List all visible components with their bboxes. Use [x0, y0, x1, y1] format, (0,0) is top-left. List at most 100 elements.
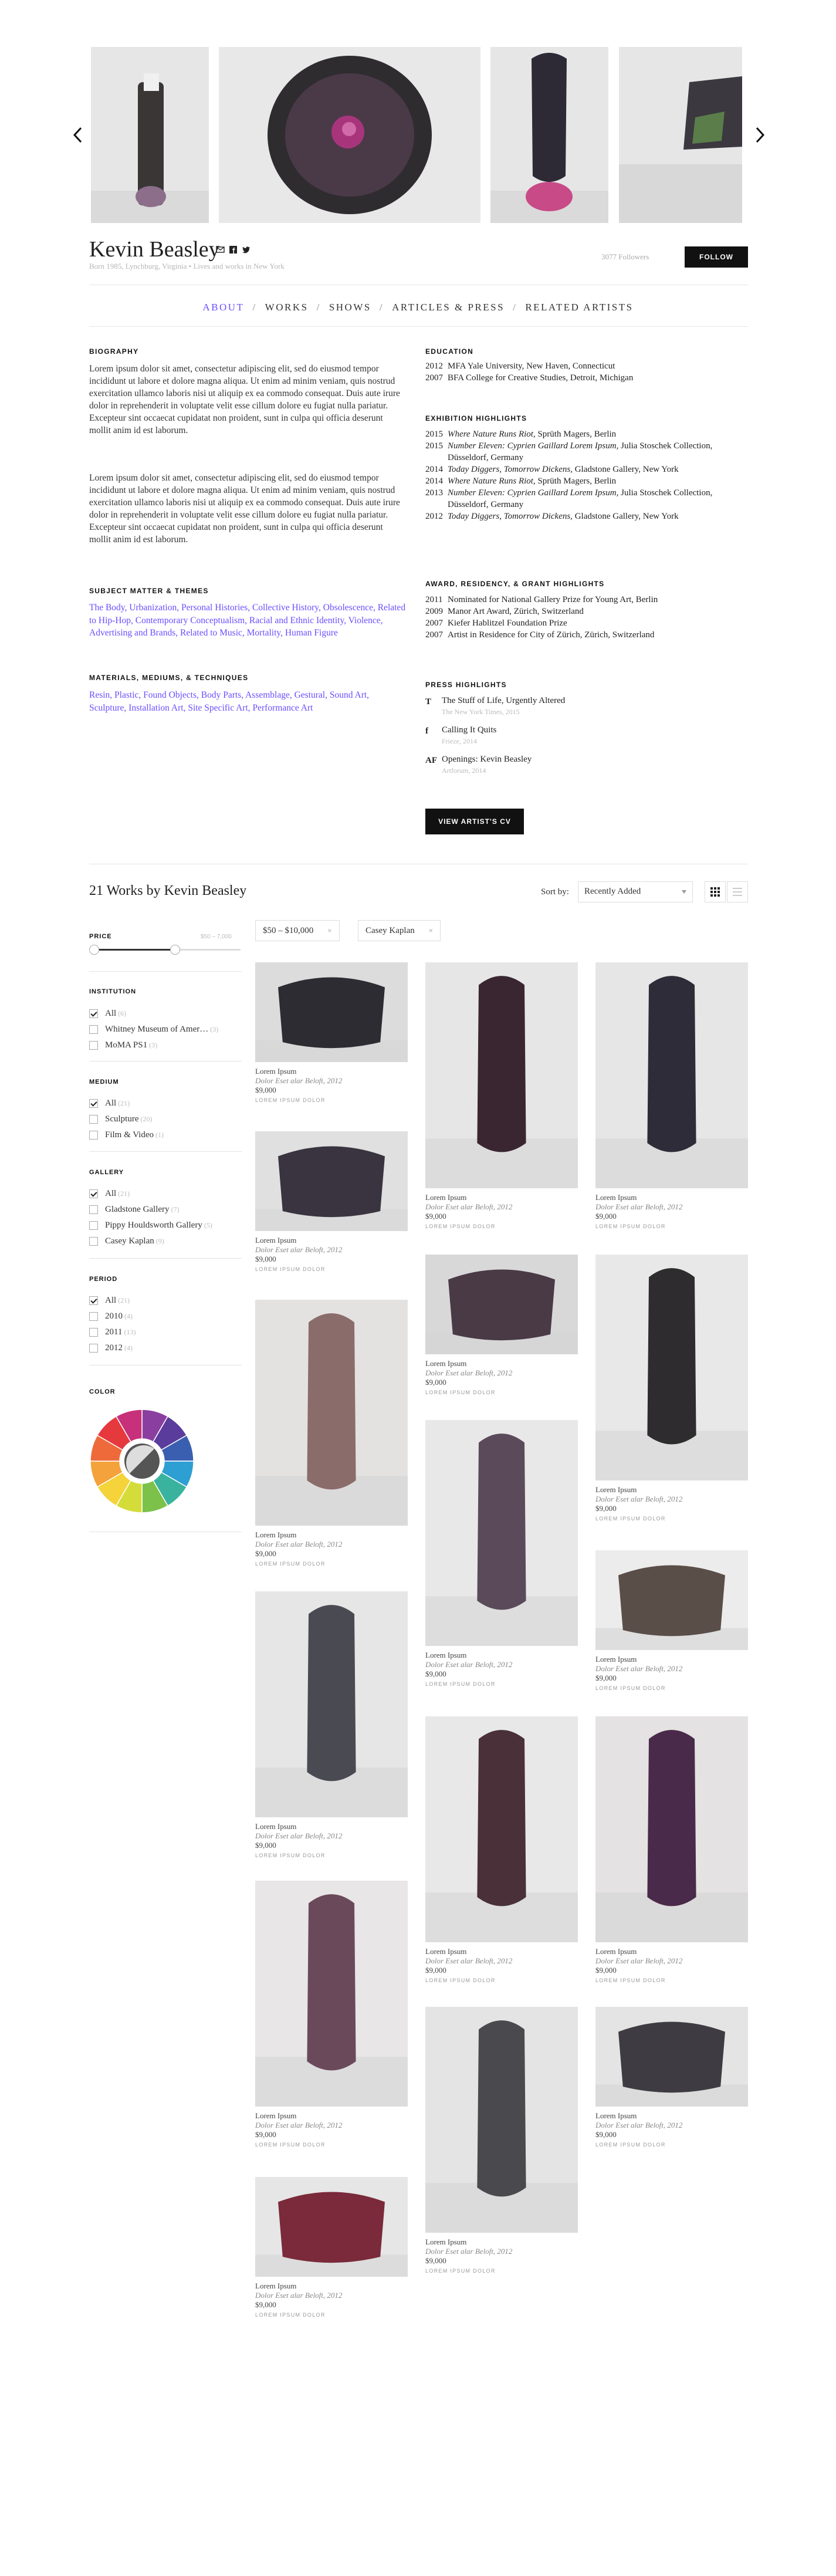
- artwork-card[interactable]: Lorem Ipsum Dolor Eset alar Beloft, 2012 $…: [425, 962, 578, 1232]
- color-wheel[interactable]: [89, 1408, 195, 1514]
- artwork-card[interactable]: Lorem Ipsum Dolor Eset alar Beloft, 2012 $…: [255, 2177, 408, 2320]
- price-slider[interactable]: [94, 949, 241, 951]
- tab-articles-press[interactable]: ARTICLES & PRESS: [392, 302, 505, 313]
- close-icon[interactable]: ×: [327, 926, 331, 935]
- artwork-image[interactable]: [255, 1881, 408, 2107]
- artwork-card[interactable]: Lorem Ipsum Dolor Eset alar Beloft, 2012 $…: [595, 2007, 748, 2150]
- filter-option[interactable]: Pippy Houldsworth Gallery (5): [89, 1219, 212, 1231]
- artwork-title[interactable]: Lorem Ipsum: [595, 1947, 748, 1956]
- artwork-card[interactable]: Lorem Ipsum Dolor Eset alar Beloft, 2012 $…: [595, 1716, 748, 1986]
- artwork-card[interactable]: Lorem Ipsum Dolor Eset alar Beloft, 2012 $…: [255, 1881, 408, 2150]
- subject-tags[interactable]: The Body, Urbanization, Personal Histori…: [89, 601, 406, 640]
- artwork-card[interactable]: Lorem Ipsum Dolor Eset alar Beloft, 2012 $…: [255, 1131, 408, 1275]
- artwork-title[interactable]: Lorem Ipsum: [425, 2237, 578, 2247]
- artwork-title[interactable]: Lorem Ipsum: [425, 1947, 578, 1956]
- artwork-title[interactable]: Lorem Ipsum: [255, 1067, 408, 1076]
- tab-shows[interactable]: SHOWS: [329, 302, 371, 313]
- press-item[interactable]: T The Stuff of Life, Urgently Altered The …: [425, 696, 660, 722]
- artwork-image[interactable]: [425, 962, 578, 1188]
- filter-chip-gallery[interactable]: Casey Kaplan ×: [358, 920, 441, 941]
- artwork-image[interactable]: [425, 2007, 578, 2233]
- list-view-button[interactable]: [727, 881, 748, 902]
- checkbox[interactable]: [89, 1296, 98, 1305]
- artwork-title[interactable]: Lorem Ipsum: [255, 2111, 408, 2121]
- checkbox[interactable]: [89, 1343, 98, 1353]
- artwork-image[interactable]: [595, 1255, 748, 1480]
- artwork-title[interactable]: Lorem Ipsum: [425, 1651, 578, 1660]
- press-item[interactable]: f Calling It Quits Frieze, 2014: [425, 725, 660, 751]
- view-cv-button[interactable]: VIEW ARTIST'S CV: [425, 809, 524, 834]
- artwork-title[interactable]: Lorem Ipsum: [255, 2281, 408, 2291]
- checkbox[interactable]: [89, 1189, 98, 1198]
- carousel-prev-button[interactable]: [69, 123, 87, 147]
- checkbox[interactable]: [89, 1009, 98, 1018]
- filter-option[interactable]: 2010 (4): [89, 1310, 133, 1322]
- artwork-image[interactable]: [425, 1420, 578, 1646]
- grid-view-button[interactable]: [705, 881, 726, 902]
- email-icon[interactable]: [216, 245, 225, 254]
- artwork-image[interactable]: [255, 962, 408, 1062]
- carousel-image[interactable]: [91, 47, 209, 223]
- carousel-image[interactable]: [490, 47, 608, 223]
- filter-option[interactable]: All (21): [89, 1097, 130, 1109]
- artwork-card[interactable]: Lorem Ipsum Dolor Eset alar Beloft, 2012 $…: [255, 962, 408, 1106]
- artwork-title[interactable]: Lorem Ipsum: [425, 1193, 578, 1202]
- checkbox[interactable]: [89, 1025, 98, 1034]
- artwork-card[interactable]: Lorem Ipsum Dolor Eset alar Beloft, 2012 $…: [595, 1550, 748, 1693]
- artwork-card[interactable]: Lorem Ipsum Dolor Eset alar Beloft, 2012 $…: [595, 1255, 748, 1524]
- follow-button[interactable]: FOLLOW: [685, 246, 748, 268]
- filter-option[interactable]: All (21): [89, 1294, 130, 1306]
- carousel-image[interactable]: [219, 47, 480, 223]
- carousel-image[interactable]: [619, 47, 742, 223]
- artwork-title[interactable]: Lorem Ipsum: [255, 1822, 408, 1831]
- artwork-image[interactable]: [425, 1255, 578, 1354]
- sort-select[interactable]: Recently Added: [578, 881, 693, 902]
- tab-related-artists[interactable]: RELATED ARTISTS: [525, 302, 633, 313]
- checkbox[interactable]: [89, 1327, 98, 1337]
- artwork-title[interactable]: Lorem Ipsum: [255, 1530, 408, 1540]
- artwork-card[interactable]: Lorem Ipsum Dolor Eset alar Beloft, 2012 $…: [425, 2007, 578, 2276]
- press-item[interactable]: AF Openings: Kevin Beasley Artforum, 2014: [425, 755, 660, 780]
- filter-option[interactable]: 2012 (4): [89, 1342, 133, 1354]
- checkbox[interactable]: [89, 1114, 98, 1124]
- artwork-image[interactable]: [255, 2177, 408, 2277]
- artwork-card[interactable]: Lorem Ipsum Dolor Eset alar Beloft, 2012 $…: [425, 1255, 578, 1398]
- artwork-card[interactable]: Lorem Ipsum Dolor Eset alar Beloft, 2012 $…: [255, 1591, 408, 1861]
- artwork-image[interactable]: [595, 962, 748, 1188]
- filter-option[interactable]: Sculpture (20): [89, 1113, 153, 1125]
- filter-option[interactable]: Casey Kaplan (9): [89, 1235, 164, 1247]
- artwork-title[interactable]: Lorem Ipsum: [595, 1193, 748, 1202]
- checkbox[interactable]: [89, 1130, 98, 1140]
- checkbox[interactable]: [89, 1221, 98, 1230]
- checkbox[interactable]: [89, 1098, 98, 1108]
- tab-works[interactable]: WORKS: [265, 302, 309, 313]
- filter-option[interactable]: Gladstone Gallery (7): [89, 1204, 180, 1215]
- filter-option[interactable]: Film & Video (1): [89, 1129, 164, 1141]
- filter-option[interactable]: Whitney Museum of Amer… (3): [89, 1023, 218, 1035]
- artwork-title[interactable]: Lorem Ipsum: [255, 1236, 408, 1245]
- checkbox[interactable]: [89, 1040, 98, 1050]
- facebook-icon[interactable]: [229, 245, 238, 254]
- artwork-image[interactable]: [255, 1591, 408, 1817]
- filter-option[interactable]: 2011 (13): [89, 1326, 136, 1338]
- checkbox[interactable]: [89, 1205, 98, 1214]
- artwork-card[interactable]: Lorem Ipsum Dolor Eset alar Beloft, 2012 $…: [425, 1420, 578, 1689]
- filter-chip-price[interactable]: $50 – $10,000 ×: [255, 920, 340, 941]
- filter-option[interactable]: MoMA PS1 (3): [89, 1039, 157, 1051]
- carousel-next-button[interactable]: [751, 123, 769, 147]
- checkbox[interactable]: [89, 1311, 98, 1321]
- filter-option[interactable]: All (21): [89, 1188, 130, 1199]
- artwork-image[interactable]: [425, 1716, 578, 1942]
- price-slider-max-handle[interactable]: [170, 945, 180, 955]
- artwork-title[interactable]: Lorem Ipsum: [595, 1655, 748, 1664]
- twitter-icon[interactable]: [242, 245, 251, 254]
- artwork-title[interactable]: Lorem Ipsum: [595, 2111, 748, 2121]
- artwork-image[interactable]: [595, 2007, 748, 2107]
- artwork-card[interactable]: Lorem Ipsum Dolor Eset alar Beloft, 2012 $…: [425, 1716, 578, 1986]
- artwork-image[interactable]: [255, 1300, 408, 1526]
- artwork-image[interactable]: [595, 1716, 748, 1942]
- price-slider-min-handle[interactable]: [89, 945, 99, 955]
- artwork-card[interactable]: Lorem Ipsum Dolor Eset alar Beloft, 2012 $…: [255, 1300, 408, 1569]
- artwork-title[interactable]: Lorem Ipsum: [595, 1485, 748, 1495]
- artwork-image[interactable]: [595, 1550, 748, 1650]
